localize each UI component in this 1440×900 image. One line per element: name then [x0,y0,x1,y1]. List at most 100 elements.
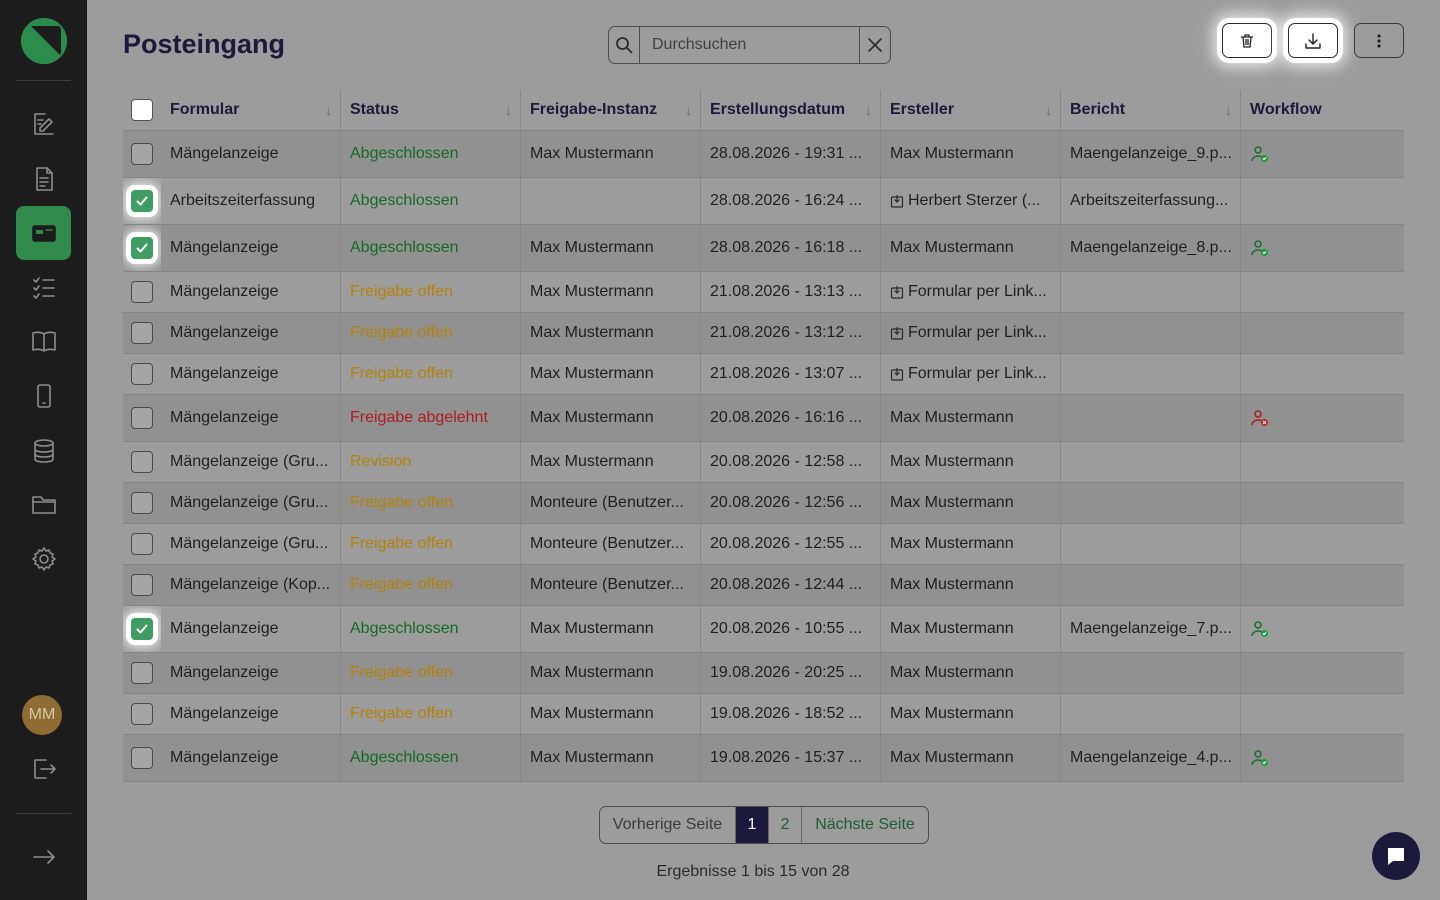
cell-datum: 28.08.2026 - 16:24 ... [701,178,881,224]
column-header-datum[interactable]: Erstellungsdatum ↓ [701,90,881,130]
delete-button[interactable] [1222,23,1272,58]
cell-workflow[interactable] [1241,225,1404,271]
row-checkbox[interactable] [131,237,153,259]
chat-bubble-icon [1388,848,1404,865]
table-row[interactable]: Mängelanzeige Freigabe offen Max Musterman… [123,313,1404,354]
row-checkbox[interactable] [131,492,153,514]
search-button[interactable] [609,27,640,63]
sidebar-item-library[interactable] [16,314,71,368]
table-row[interactable]: Mängelanzeige (Gru... Freigabe offen Monte… [123,524,1404,565]
sidebar-item-inbox[interactable] [16,206,71,260]
row-checkbox[interactable] [131,363,153,385]
table-row[interactable]: Mängelanzeige Abgeschlossen Max Mustermann… [123,131,1404,178]
cell-bericht[interactable]: Maengelanzeige_4.p... [1061,735,1241,781]
cell-bericht[interactable]: Maengelanzeige_8.p... [1061,225,1241,271]
column-header-formular[interactable]: Formular ↓ [161,90,341,130]
sidebar-item-documents[interactable] [16,152,71,206]
ersteller-text: Max Mustermann [890,453,1014,470]
sort-arrow-icon[interactable]: ↓ [685,102,693,119]
table-row[interactable]: Arbeitszeiterfassung Abgeschlossen 28.08.2… [123,178,1404,225]
row-checkbox[interactable] [131,618,153,640]
sidebar-item-data[interactable] [16,424,71,478]
user-avatar[interactable]: MM [22,695,62,735]
search-bar [608,26,891,64]
row-checkbox[interactable] [131,703,153,725]
sort-arrow-icon[interactable]: ↓ [1045,102,1053,119]
select-all-checkbox[interactable] [131,99,153,121]
settings-icon [31,547,56,571]
sort-arrow-icon[interactable]: ↓ [1225,102,1233,119]
cell-bericht[interactable]: Maengelanzeige_7.p... [1061,606,1241,652]
table-row[interactable]: Mängelanzeige Abgeschlossen Max Mustermann… [123,735,1404,782]
cell-datum: 19.08.2026 - 15:37 ... [701,735,881,781]
cell-workflow[interactable] [1241,131,1404,177]
table-row[interactable]: Mängelanzeige (Kop... Freigabe offen Monte… [123,565,1404,606]
logout-button[interactable] [16,742,71,796]
cell-ersteller: Herbert Sterzer (... [881,178,1061,224]
cell-ersteller: Max Mustermann [881,131,1061,177]
chat-button[interactable] [1372,832,1420,880]
sidebar-item-forms[interactable] [16,97,71,151]
cell-workflow[interactable] [1241,606,1404,652]
checklist-icon [32,277,55,299]
sidebar-item-tasks[interactable] [16,260,71,314]
table-row[interactable]: Mängelanzeige Freigabe offen Max Musterman… [123,653,1404,694]
table-row[interactable]: Mängelanzeige (Gru... Revision Max Musterm… [123,442,1404,483]
checkmark-icon [136,624,148,634]
cell-workflow[interactable] [1241,395,1404,441]
table-row[interactable]: Mängelanzeige Freigabe offen Max Musterman… [123,354,1404,395]
sidebar-item-devices[interactable] [16,369,71,423]
sort-arrow-icon[interactable]: ↓ [325,102,333,119]
next-page-button[interactable]: Nächste Seite [802,807,928,843]
row-checkbox[interactable] [131,451,153,473]
table-row[interactable]: Mängelanzeige Abgeschlossen Max Mustermann… [123,225,1404,272]
cell-bericht[interactable]: Maengelanzeige_9.p... [1061,131,1241,177]
table-row[interactable]: Mängelanzeige Freigabe offen Max Musterman… [123,272,1404,313]
column-header-status[interactable]: Status ↓ [341,90,521,130]
row-checkbox[interactable] [131,190,153,212]
sidebar-item-files[interactable] [16,477,71,531]
cell-instanz: Monteure (Benutzer... [521,483,701,523]
clear-search-button[interactable] [859,27,890,63]
download-button[interactable] [1288,23,1338,58]
more-options-button[interactable] [1354,23,1404,58]
table-row[interactable]: Mängelanzeige Freigabe abgelehnt Max Muste… [123,395,1404,442]
row-checkbox[interactable] [131,662,153,684]
row-checkbox[interactable] [131,322,153,344]
cell-instanz: Max Mustermann [521,354,701,394]
sort-arrow-icon[interactable]: ↓ [865,102,873,119]
row-checkbox[interactable] [131,533,153,555]
sort-arrow-icon[interactable]: ↓ [505,102,513,119]
column-header-ersteller[interactable]: Ersteller ↓ [881,90,1061,130]
submissions-table: Formular ↓ Status ↓ Freigabe-Instanz ↓ Erst… [123,90,1404,782]
cell-datum: 20.08.2026 - 12:56 ... [701,483,881,523]
column-header-workflow: Workflow [1250,101,1322,118]
column-header-bericht[interactable]: Bericht ↓ [1061,90,1241,130]
cell-workflow [1241,524,1404,564]
cell-formular: Mängelanzeige [161,225,341,271]
cell-ersteller: Formular per Link... [881,313,1061,353]
cell-formular: Mängelanzeige [161,354,341,394]
ersteller-text: Max Mustermann [890,145,1014,162]
page-button-1[interactable]: 1 [736,807,769,843]
cell-ersteller: Formular per Link... [881,272,1061,312]
cell-bericht[interactable]: Arbeitszeiterfassung... [1061,178,1241,224]
table-row[interactable]: Mängelanzeige Abgeschlossen Max Mustermann… [123,606,1404,653]
cell-workflow[interactable] [1241,735,1404,781]
user-check-icon [1251,750,1268,766]
previous-page-button[interactable]: Vorherige Seite [600,807,736,843]
row-checkbox[interactable] [131,281,153,303]
cell-workflow [1241,354,1404,394]
table-row[interactable]: Mängelanzeige (Gru... Freigabe offen Monte… [123,483,1404,524]
sidebar-item-settings[interactable] [16,532,71,586]
app-logo[interactable] [21,18,67,64]
table-row[interactable]: Mängelanzeige Freigabe offen Max Musterman… [123,694,1404,735]
page-button-2[interactable]: 2 [769,807,802,843]
row-checkbox[interactable] [131,747,153,769]
row-checkbox[interactable] [131,143,153,165]
row-checkbox[interactable] [131,407,153,429]
cell-formular: Mängelanzeige (Gru... [161,524,341,564]
column-header-instanz[interactable]: Freigabe-Instanz ↓ [521,90,701,130]
row-checkbox[interactable] [131,574,153,596]
search-input[interactable] [640,27,859,63]
